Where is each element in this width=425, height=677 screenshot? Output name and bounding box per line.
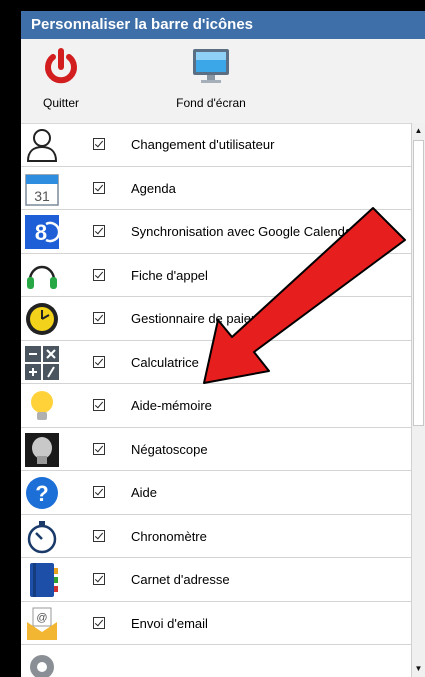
item-checkbox[interactable] [93,312,105,324]
svg-text:31: 31 [34,188,50,204]
list-item[interactable]: Changement d'utilisateur [21,123,411,167]
item-label: Carnet d'adresse [131,572,230,587]
item-checkbox[interactable] [93,529,105,542]
list-item[interactable]: @ Envoi d'email [21,602,411,645]
wallpaper-button[interactable]: Fond d'écran [171,47,251,110]
list-item[interactable]: Calculatrice [21,341,411,384]
item-label: Synchronisation avec Google Calendar [131,224,357,239]
icon-list: Changement d'utilisateur 31 Agenda 8 Syn… [21,123,411,677]
headset-icon [27,265,57,289]
svg-text:@: @ [36,612,47,624]
item-label: Chronomètre [131,528,207,544]
window-title: Personnaliser la barre d'icônes [21,11,425,39]
item-checkbox[interactable] [93,268,105,281]
item-label: Fiche d'appel [131,267,208,283]
item-label: Aide-mémoire [131,398,212,413]
list-item[interactable]: ? Aide [21,471,411,515]
item-label: Envoi d'email [131,615,208,631]
item-label: Agenda [131,180,176,196]
item-checkbox[interactable] [93,616,105,629]
scroll-up-icon[interactable]: ▲ [412,123,425,139]
calculator-icon [25,345,59,380]
list-item[interactable]: 31 Agenda [21,167,411,210]
email-icon: @ [27,607,57,640]
list-item[interactable] [21,645,411,677]
item-label: Gestionnaire de paiements [131,311,287,326]
scroll-thumb[interactable] [413,140,424,426]
wallpaper-label: Fond d'écran [176,96,246,110]
addressbook-icon [30,563,58,597]
customize-iconbar-window: Personnaliser la barre d'icônes Quitter … [21,11,425,677]
list-scrollbar[interactable]: ▲ ▼ [411,123,425,677]
item-checkbox[interactable] [93,138,105,150]
item-label: Changement d'utilisateur [131,137,275,152]
xray-icon [25,432,59,467]
item-checkbox[interactable] [93,442,105,455]
quit-label: Quitter [42,96,79,110]
calendar-icon: 31 [25,173,59,206]
svg-text:?: ? [35,481,48,506]
monitor-icon [193,49,229,83]
help-icon: ? [26,477,58,509]
list-item[interactable]: Fiche d'appel [21,254,411,297]
lightbulb-icon [31,391,53,420]
sync-icon: 8 [25,215,60,249]
stopwatch-icon [27,520,57,553]
toolbar: Quitter Fond d'écran [21,39,425,124]
quit-button[interactable]: Quitter [33,47,89,110]
item-label: Calculatrice [131,354,199,370]
item-checkbox[interactable] [93,225,105,237]
svg-text:8: 8 [35,220,47,245]
item-checkbox[interactable] [93,181,105,194]
list-item[interactable]: Négatoscope [21,428,411,471]
item-checkbox[interactable] [93,399,105,411]
item-checkbox[interactable] [93,486,105,498]
gear-icon [30,655,54,677]
user-icon [26,129,58,162]
list-item[interactable]: Carnet d'adresse [21,558,411,602]
power-icon [45,48,77,84]
list-item[interactable]: Aide-mémoire [21,384,411,428]
item-label: Aide [131,485,158,500]
list-item[interactable]: Gestionnaire de paiements [21,297,411,341]
list-item[interactable]: Chronomètre [21,515,411,558]
clock-icon [26,303,58,335]
item-checkbox[interactable] [93,355,105,368]
list-item[interactable]: 8 Synchronisation avec Google Calendar [21,210,411,254]
scroll-down-icon[interactable]: ▼ [412,661,425,677]
item-label: Négatoscope [131,441,208,457]
item-checkbox[interactable] [93,573,105,585]
